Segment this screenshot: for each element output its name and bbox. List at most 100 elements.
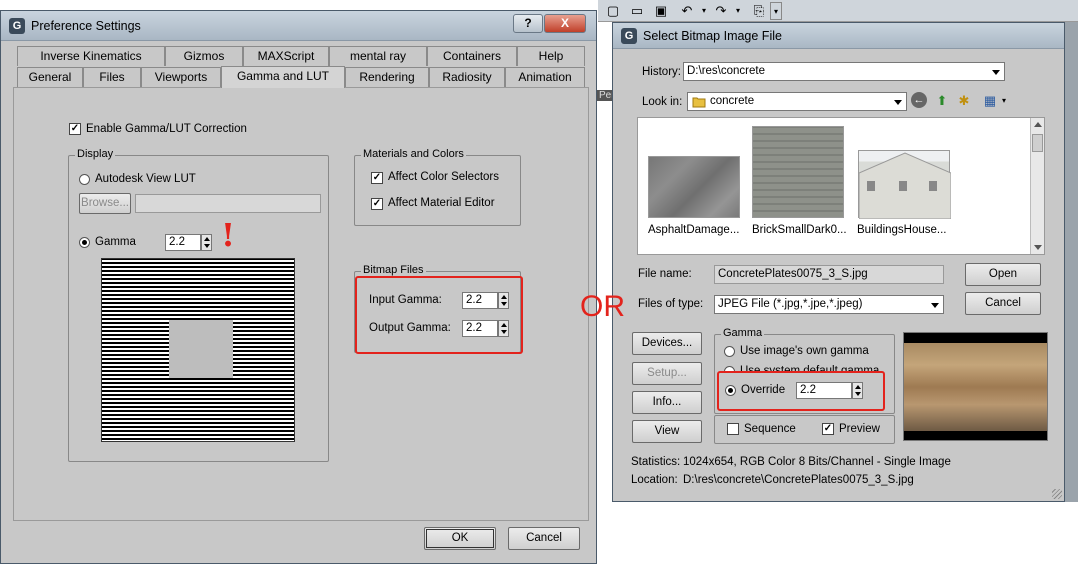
materials-group-label: Materials and Colors	[361, 148, 466, 160]
scroll-down-arrow-icon[interactable]	[1034, 245, 1042, 250]
override-highlight: Override 2.2	[717, 371, 885, 411]
new-file-icon[interactable]: ▢	[604, 2, 622, 20]
setup-button[interactable]: Setup...	[632, 362, 702, 385]
thumbnail-brick[interactable]	[752, 126, 844, 218]
thumbnail-asphalt-caption: AsphaltDamage...	[648, 224, 740, 236]
affect-color-label: Affect Color Selectors	[388, 171, 500, 183]
file-list-scrollbar[interactable]	[1030, 118, 1044, 254]
file-list[interactable]: AsphaltDamage... BrickSmallDark0... Buil…	[637, 117, 1045, 255]
tab-mental-ray[interactable]: mental ray	[329, 46, 427, 66]
history-dropdown[interactable]: D:\res\concrete	[683, 62, 1005, 81]
affect-color-checkbox[interactable]: ✓	[371, 172, 383, 184]
tab-containers[interactable]: Containers	[427, 46, 517, 66]
back-icon[interactable]: ←	[911, 92, 927, 108]
up-folder-icon[interactable]: ⬆	[933, 92, 951, 110]
materials-colors-group: Materials and Colors ✓ Affect Color Sele…	[354, 148, 521, 226]
tab-radiosity[interactable]: Radiosity	[429, 67, 505, 87]
thumbnail-brick-caption: BrickSmallDark0...	[752, 224, 847, 236]
new-folder-icon[interactable]: ✱	[955, 92, 973, 110]
preview-image-content	[904, 343, 1047, 431]
lookin-chevron-down-icon	[894, 100, 902, 105]
exclamation-annotation: !	[221, 216, 236, 254]
bitmap-cancel-button[interactable]: Cancel	[965, 292, 1041, 315]
enable-gamma-label: Enable Gamma/LUT Correction	[86, 123, 247, 135]
pref-title: Preference Settings	[31, 19, 141, 33]
devices-button[interactable]: Devices...	[632, 332, 702, 355]
filetype-value: JPEG File (*.jpg,*.jpe,*.jpeg)	[718, 298, 863, 310]
autodesk-lut-radio[interactable]	[79, 174, 90, 185]
preview-checkbox[interactable]: ✓	[822, 423, 834, 435]
open-button[interactable]: Open	[965, 263, 1041, 286]
display-gamma-spinner[interactable]	[201, 234, 212, 251]
or-annotation: OR	[580, 290, 625, 323]
ok-button[interactable]: OK	[424, 527, 496, 550]
background-right-strip	[1065, 22, 1078, 502]
sequence-label: Sequence	[744, 423, 796, 435]
tab-animation[interactable]: Animation	[505, 67, 585, 87]
display-group: Display Autodesk View LUT Browse... Gamm…	[68, 148, 329, 462]
redo-icon[interactable]: ↷	[712, 2, 730, 20]
history-chevron-down-icon	[992, 70, 1000, 75]
use-own-gamma-radio[interactable]	[724, 346, 735, 357]
statistics-value: 1024x654, RGB Color 8 Bits/Channel - Sin…	[683, 456, 951, 468]
help-button[interactable]: ?	[513, 14, 543, 33]
preference-settings-window: G Preference Settings ? X Inverse Kinema…	[0, 10, 597, 564]
sequence-preview-group: Sequence ✓ Preview	[714, 415, 895, 444]
autodesk-lut-label: Autodesk View LUT	[95, 173, 196, 185]
toolbar-dropdown-icon[interactable]: ▾	[770, 2, 782, 20]
clipboard-icon[interactable]: ⎘	[750, 2, 768, 20]
tab-gizmos[interactable]: Gizmos	[165, 46, 243, 66]
bitmap-titlebar[interactable]: G Select Bitmap Image File	[613, 23, 1064, 49]
bitmap-files-highlight	[355, 276, 523, 354]
tab-general[interactable]: General	[17, 67, 83, 87]
undo-icon[interactable]: ↶	[678, 2, 696, 20]
lookin-label: Look in:	[642, 96, 683, 108]
tab-files[interactable]: Files	[83, 67, 141, 87]
lookin-dropdown[interactable]: concrete	[687, 92, 907, 111]
redo-dropdown-icon[interactable]: ▾	[729, 2, 747, 20]
gamma-radio[interactable]	[79, 237, 90, 248]
gamma-group-label: Gamma	[721, 327, 765, 339]
pref-titlebar[interactable]: G Preference Settings ? X	[1, 11, 596, 41]
override-gamma-spinner-highlighted[interactable]	[852, 382, 863, 399]
override-gamma-radio-highlighted[interactable]	[725, 385, 736, 396]
enable-gamma-checkbox[interactable]: ✓	[69, 123, 81, 135]
preview-image	[903, 332, 1048, 441]
open-folder-icon[interactable]: ▭	[628, 2, 646, 20]
sequence-checkbox[interactable]	[727, 423, 739, 435]
tab-viewports[interactable]: Viewports	[141, 67, 221, 87]
lut-path-field[interactable]	[135, 194, 321, 213]
tab-rendering[interactable]: Rendering	[345, 67, 429, 87]
pref-cancel-button[interactable]: Cancel	[508, 527, 580, 550]
close-button[interactable]: X	[544, 14, 586, 33]
display-gamma-input[interactable]: 2.2	[165, 234, 201, 251]
resize-grip-icon[interactable]	[1052, 489, 1062, 499]
info-button[interactable]: Info...	[632, 391, 702, 414]
history-label: History:	[642, 66, 681, 78]
tab-maxscript[interactable]: MAXScript	[243, 46, 329, 66]
preview-label: Preview	[839, 423, 880, 435]
filename-input[interactable]: ConcretePlates0075_3_S.jpg	[714, 265, 944, 284]
thumbnail-buildings[interactable]	[858, 150, 951, 219]
bitmap-title: Select Bitmap Image File	[643, 29, 782, 43]
tab-inverse-kinematics[interactable]: Inverse Kinematics	[17, 46, 165, 66]
filetype-chevron-down-icon	[931, 303, 939, 308]
save-icon[interactable]: ▣	[652, 2, 670, 20]
view-button[interactable]: View	[632, 420, 702, 443]
view-menu-chevron-icon[interactable]: ▾	[995, 92, 1013, 110]
tab-help[interactable]: Help	[517, 46, 585, 66]
filename-label: File name:	[638, 268, 692, 280]
location-label: Location:	[631, 474, 678, 486]
affect-material-checkbox[interactable]: ✓	[371, 198, 383, 210]
scroll-up-arrow-icon[interactable]	[1034, 122, 1042, 127]
bitmap-group-label: Bitmap Files	[361, 264, 426, 276]
scroll-thumb[interactable]	[1032, 134, 1043, 152]
gamma-label: Gamma	[95, 236, 136, 248]
filetype-dropdown[interactable]: JPEG File (*.jpg,*.jpe,*.jpeg)	[714, 295, 944, 314]
undo-dropdown-icon[interactable]: ▾	[695, 2, 713, 20]
tab-gamma-and-lut[interactable]: Gamma and LUT	[221, 66, 345, 88]
override-gamma-input-highlighted[interactable]: 2.2	[796, 382, 852, 399]
thumbnail-asphalt[interactable]	[648, 156, 740, 218]
use-own-gamma-label: Use image's own gamma	[740, 345, 869, 357]
browse-button[interactable]: Browse...	[79, 193, 131, 214]
